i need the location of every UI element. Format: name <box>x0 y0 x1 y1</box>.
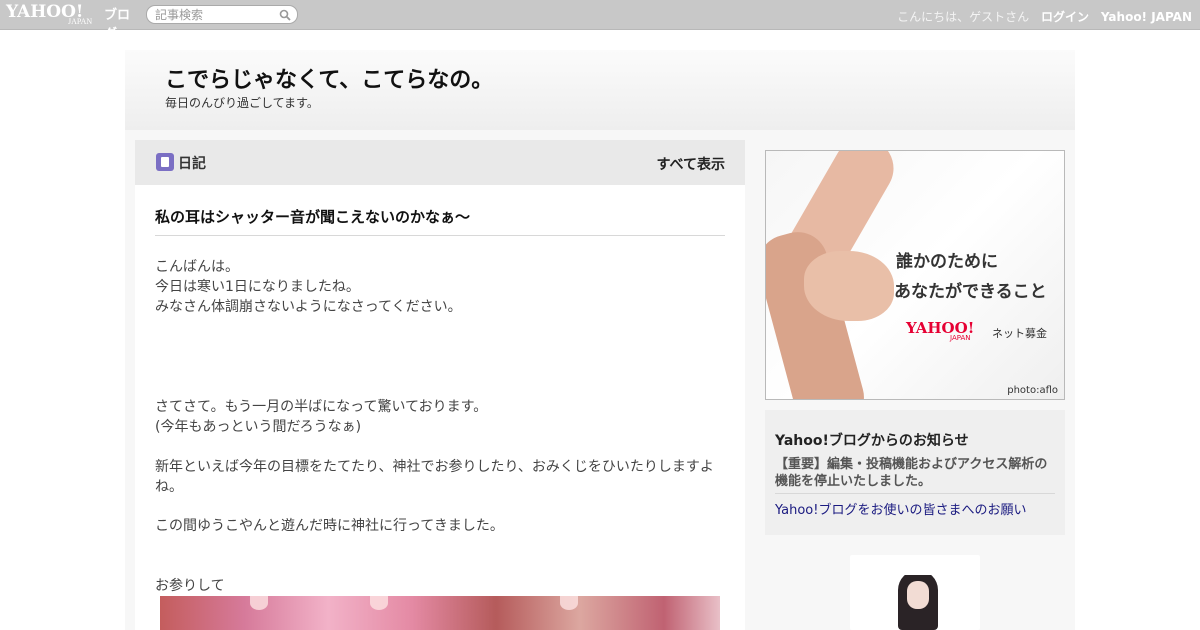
search-icon[interactable] <box>279 9 291 21</box>
notice-item-link[interactable]: Yahoo!ブログをお使いの皆さまへのお願い <box>775 499 1026 518</box>
post-photo[interactable] <box>160 596 720 630</box>
ad-headline-line2: あなたができること <box>894 282 1047 302</box>
post-paragraph: さてさて。もう一月の半ばになって驚いております。 <box>155 399 488 415</box>
title-divider <box>155 235 725 236</box>
photo-detail <box>370 596 388 610</box>
blog-title[interactable]: こでらじゃなくて、こてらなの。 <box>165 62 493 94</box>
notice-item-important[interactable]: 【重要】編集・投稿機能およびアクセス解析の機能を停止いたしました。 <box>775 456 1055 490</box>
logo-blog-text: ブログ <box>104 8 131 42</box>
profile-avatar[interactable] <box>850 555 980 630</box>
post-paragraph: この間ゆうこやんと遊んだ時に神社に行ってきました。 <box>155 518 504 534</box>
avatar-headband-shape <box>900 569 936 575</box>
yahoo-japan-link[interactable]: Yahoo! JAPAN <box>1101 10 1192 24</box>
notice-box: Yahoo!ブログからのお知らせ 【重要】編集・投稿機能およびアクセス解析の機能… <box>765 410 1065 535</box>
top-navigation-bar: YAHOO! JAPAN ブログ こんにちは、ゲストさん ログイン Yahoo!… <box>0 0 1200 42</box>
blog-description: 毎日のんびり過ごしてます。 <box>165 96 319 110</box>
ad-donation-label: ネット募金 <box>992 327 1047 340</box>
ad-yahoo-japan-text: JAPAN <box>950 334 971 342</box>
show-all-link[interactable]: すべて表示 <box>657 154 725 174</box>
ad-banner[interactable]: 誰かのために あなたができること YAHOO! JAPAN ネット募金 phot… <box>765 150 1065 400</box>
ad-headline-line1: 誰かのために <box>896 252 998 272</box>
ad-handshake-shape <box>804 251 894 321</box>
login-link[interactable]: ログイン <box>1041 10 1089 24</box>
post-paragraph: こんばんは。 <box>155 259 239 275</box>
yahoo-blog-logo[interactable]: YAHOO! JAPAN ブログ <box>6 2 141 42</box>
category-header: 日記 すべて表示 <box>135 140 745 185</box>
avatar-face-shape <box>907 581 929 609</box>
post-paragraph: 新年といえば今年の目標をたてたり、神社でお参りしたり、おみくじをひいたりしますよ… <box>155 459 714 495</box>
search-box <box>146 5 298 24</box>
photo-detail <box>560 596 578 610</box>
user-links: こんにちは、ゲストさん ログイン Yahoo! JAPAN <box>889 8 1192 25</box>
notice-heading: Yahoo!ブログからのお知らせ <box>775 433 969 449</box>
post-paragraph: 今日は寒い1日になりましたね。 <box>155 279 360 295</box>
post-paragraph: みなさん体調崩さないようになさってください。 <box>155 299 462 315</box>
post-paragraph: (今年もあっという間だろうなぁ) <box>155 419 362 435</box>
main-column: 日記 すべて表示 私の耳はシャッター音が聞こえないのかなぁ～ こんばんは。 今日… <box>135 140 745 630</box>
blog-header: こでらじゃなくて、こてらなの。 毎日のんびり過ごしてます。 <box>125 50 1075 130</box>
greeting-text: こんにちは、ゲストさん <box>897 10 1030 24</box>
ad-photo-credit: photo:aflo <box>1007 385 1058 396</box>
book-icon <box>156 153 174 171</box>
logo-japan-text: JAPAN <box>68 17 93 26</box>
search-input[interactable] <box>155 7 275 22</box>
post-title[interactable]: 私の耳はシャッター音が聞こえないのかなぁ～ <box>155 206 470 227</box>
notice-divider <box>775 493 1055 494</box>
post-paragraph: お参りして <box>155 578 225 594</box>
photo-detail <box>250 596 268 610</box>
category-name[interactable]: 日記 <box>178 153 206 173</box>
